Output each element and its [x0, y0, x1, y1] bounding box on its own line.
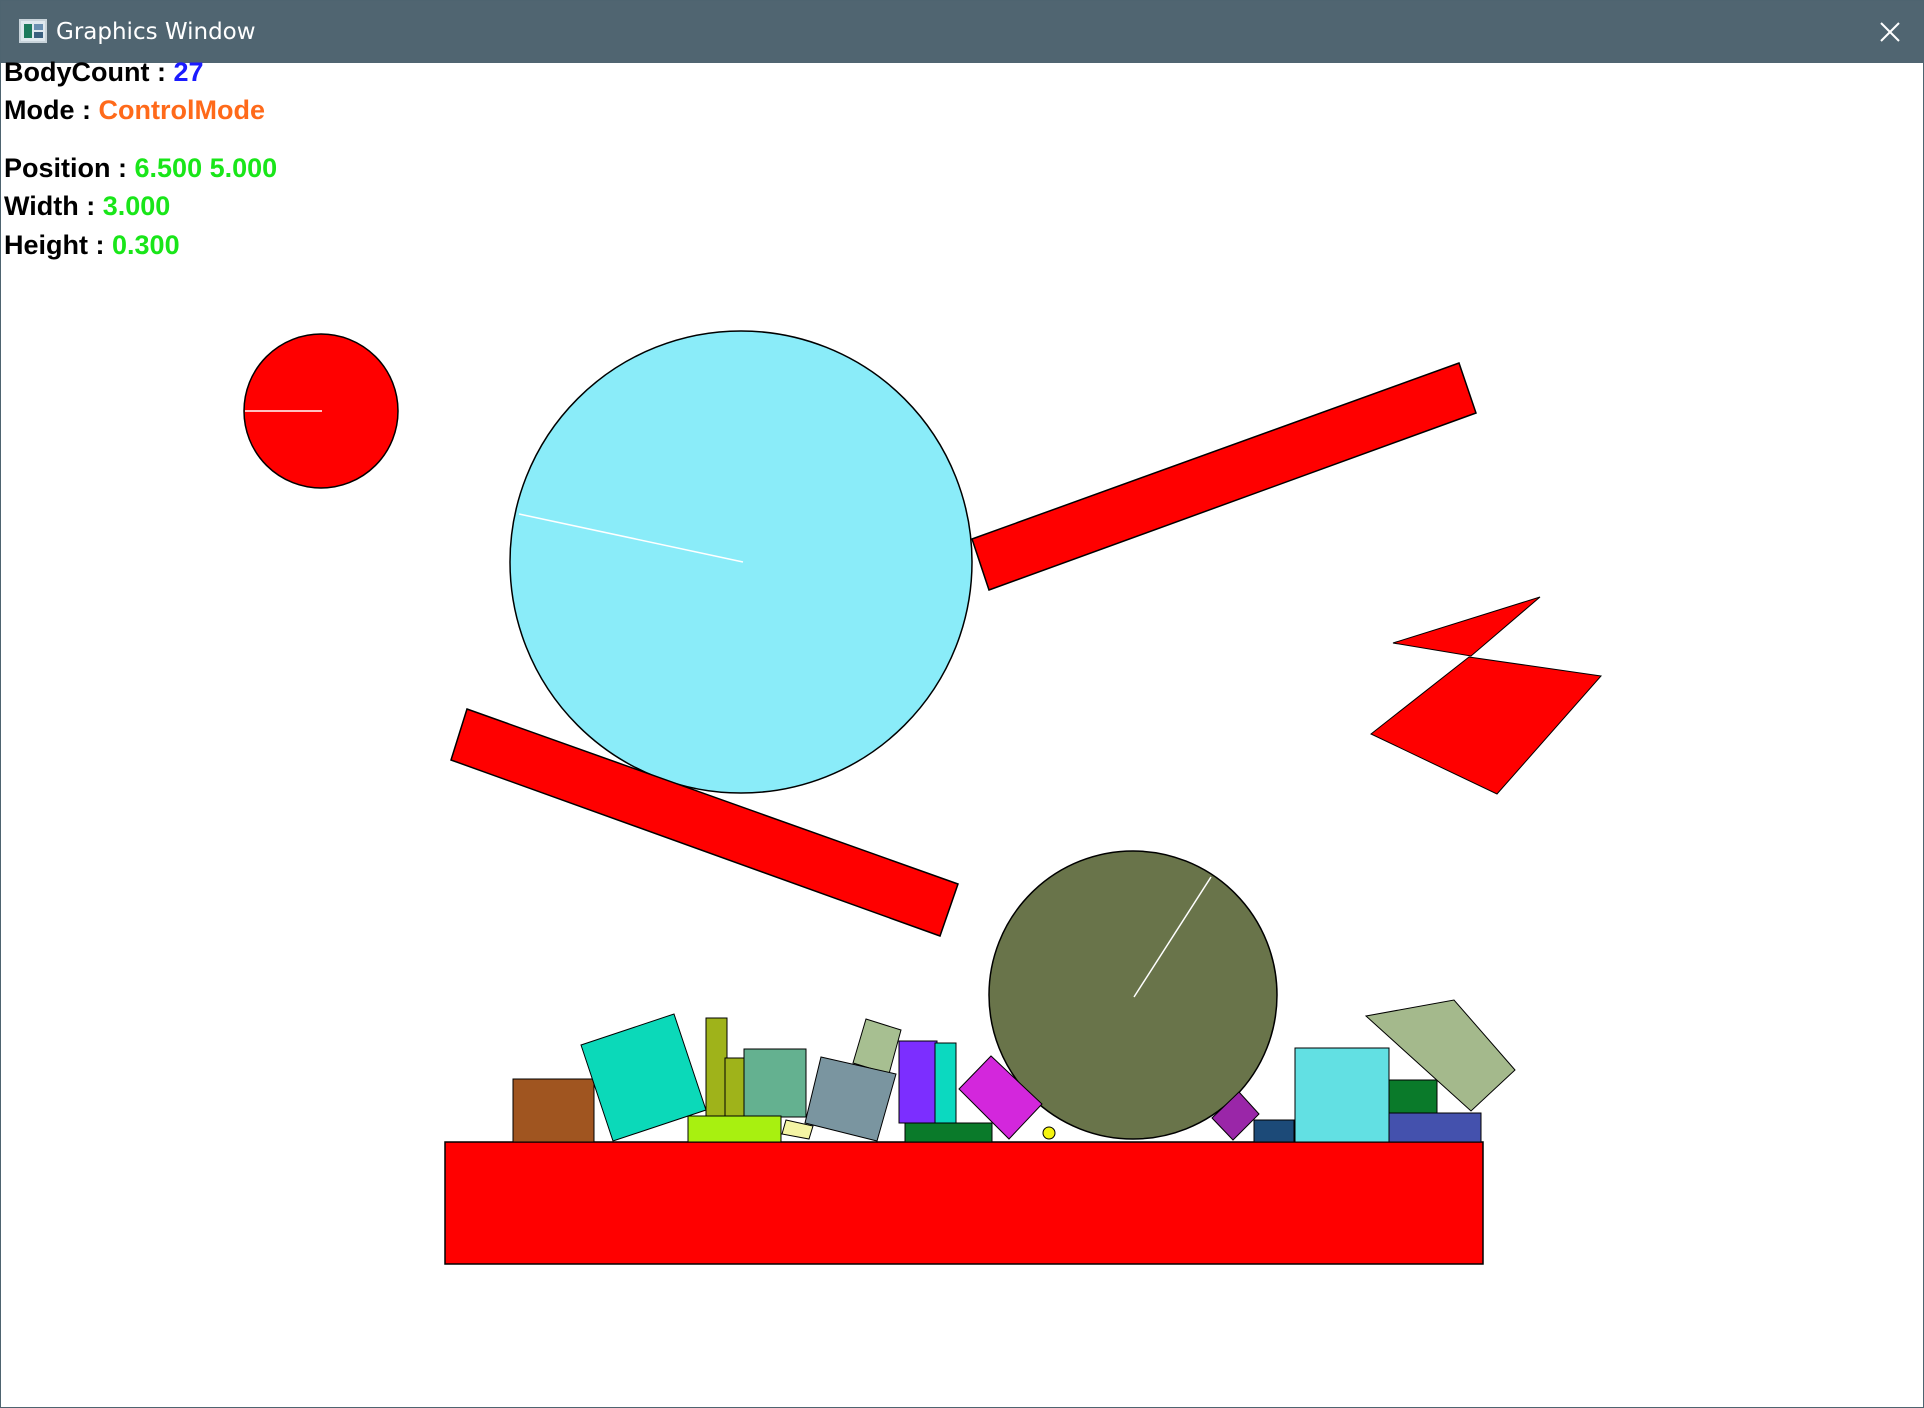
ground-body: [444, 1141, 1484, 1265]
red-triangle-shard: [1392, 596, 1541, 657]
turquoise-box: [934, 1042, 957, 1124]
height-label: Height :: [4, 230, 105, 260]
width-value: 3.000: [102, 191, 171, 221]
teal-box: [580, 1013, 707, 1142]
close-button[interactable]: [1855, 1, 1923, 63]
title-bar[interactable]: Graphics Window: [1, 1, 1923, 63]
body-count-label: BodyCount :: [4, 57, 166, 87]
graphics-window: Graphics Window BodyCount: 27 Mode: Co…: [0, 0, 1924, 1408]
navy-box: [1253, 1119, 1295, 1143]
graphics-window-icon: [19, 19, 47, 43]
red-plank-upper: [971, 362, 1477, 591]
body-count-readout: BodyCount : 27: [4, 55, 204, 89]
mode-readout: Mode : ControlMode: [4, 93, 265, 127]
red-ball-body: [243, 333, 399, 489]
width-label: Width :: [4, 191, 96, 221]
sea-green-box: [743, 1048, 807, 1118]
blue-box: [1388, 1112, 1482, 1143]
small-yellow-ball: [1042, 1126, 1056, 1140]
olive-green-stick: [705, 1017, 728, 1119]
window-title: Graphics Window: [56, 19, 256, 45]
physics-scene[interactable]: [1, 63, 1924, 1408]
height-value: 0.300: [112, 230, 180, 260]
dark-green-box: [904, 1122, 993, 1143]
red-quad-shard: [1370, 656, 1602, 795]
violet-box: [898, 1040, 938, 1124]
lime-box: [687, 1115, 782, 1143]
width-readout: Width : 3.000: [4, 189, 170, 223]
mode-label: Mode :: [4, 95, 91, 125]
position-value: 6.500 5.000: [134, 153, 278, 183]
cyan-ball-body: [509, 330, 973, 794]
olive-green-box: [724, 1057, 746, 1117]
position-label: Position :: [4, 153, 127, 183]
height-readout: Height : 0.300: [4, 228, 180, 262]
light-cyan-box: [1294, 1047, 1390, 1143]
body-count-value: 27: [173, 57, 204, 87]
position-readout: Position : 6.500 5.000: [4, 151, 277, 185]
mode-value: ControlMode: [98, 95, 265, 125]
brown-box: [512, 1078, 595, 1143]
close-icon: [1880, 22, 1900, 42]
forest-green-box: [1388, 1079, 1438, 1114]
